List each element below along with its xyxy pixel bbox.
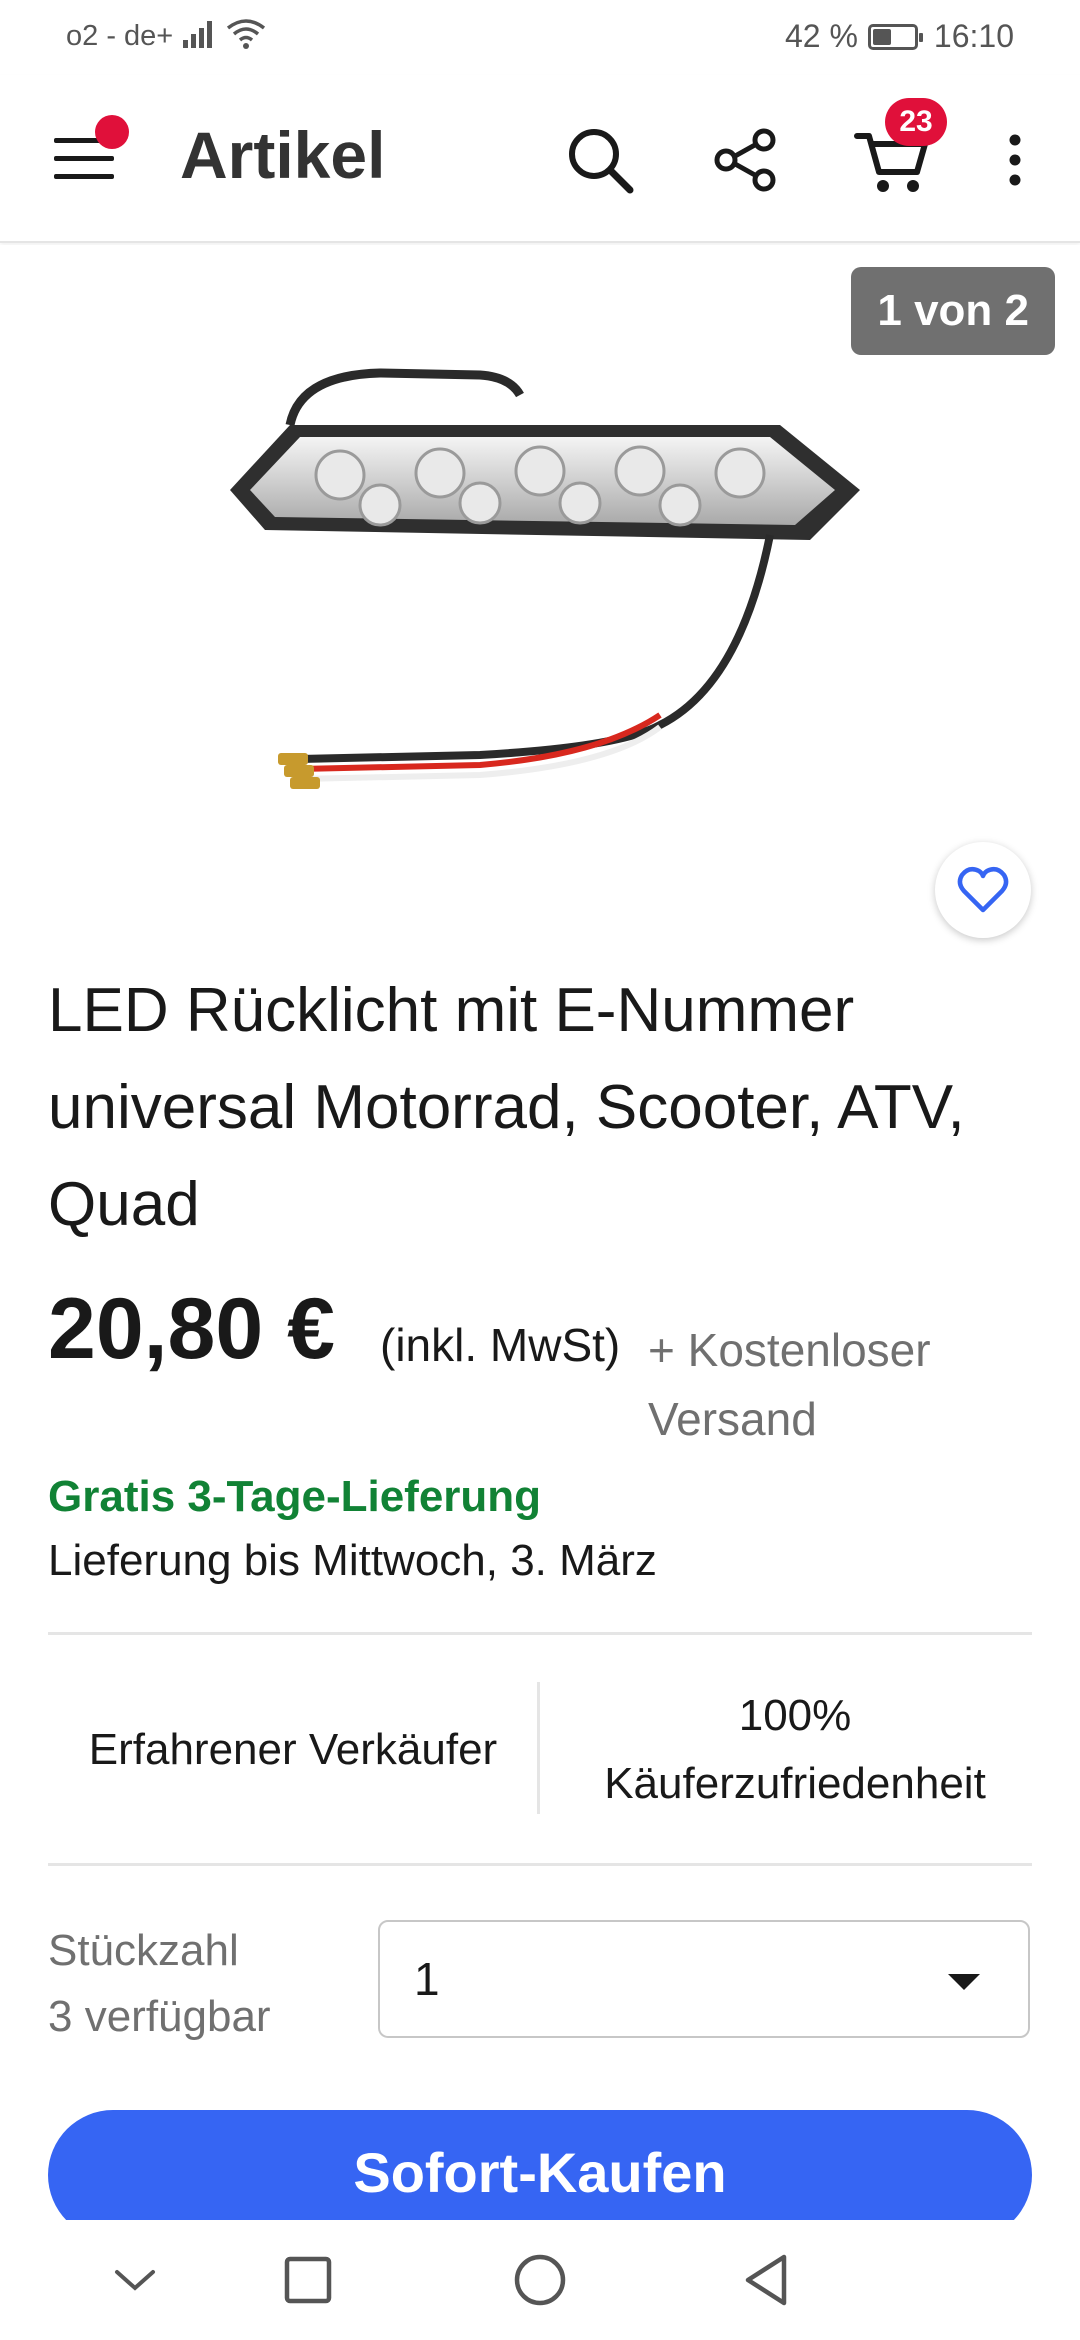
- satisfaction-value: 100%: [738, 1691, 852, 1740]
- notification-dot: [95, 115, 129, 149]
- nav-home-button[interactable]: [502, 2242, 578, 2318]
- product-title: LED Rücklicht mit E-Nummer universal Mot…: [48, 976, 965, 1239]
- shipping-info: + Kostenloser Versand: [648, 1324, 931, 1445]
- image-counter: 1 von 2: [851, 267, 1055, 355]
- carrier-label: o2 - de+: [66, 20, 174, 52]
- more-vertical-icon: [1009, 134, 1021, 186]
- watchlist-button[interactable]: [935, 842, 1031, 938]
- share-button[interactable]: [700, 115, 790, 205]
- divider: [537, 1682, 540, 1814]
- quantity-info: Stückzahl 3 verfügbar: [48, 1918, 271, 2050]
- chevron-down-icon: [115, 2270, 155, 2291]
- more-options-button[interactable]: [975, 115, 1055, 205]
- battery-percent: 42 %: [784, 18, 858, 54]
- signal-icon: [183, 18, 219, 56]
- product-image: [230, 368, 860, 789]
- back-triangle-icon: [745, 2254, 787, 2306]
- battery-fill: [872, 28, 891, 45]
- image-gallery[interactable]: 1 von 2: [0, 245, 1080, 945]
- status-bar: o2 - de+ 42 % 16:10: [0, 0, 1080, 75]
- quantity-value: 1: [414, 1953, 440, 2005]
- quantity-select[interactable]: 1: [378, 1920, 1030, 2038]
- dropdown-arrow-icon: [948, 1974, 980, 1990]
- satisfaction-label: Käuferzufriedenheit: [604, 1759, 986, 1808]
- nav-back-button[interactable]: [728, 2242, 804, 2318]
- delivery-title: Gratis 3-Tage-Lieferung: [48, 1472, 542, 1521]
- divider: [48, 1632, 1032, 1635]
- divider: [48, 1863, 1032, 1866]
- circle-icon: [514, 2254, 566, 2306]
- wifi-icon: [226, 18, 266, 58]
- page-title: Artikel: [180, 118, 386, 192]
- seller-experience: Erfahrener Verkäufer: [88, 1725, 498, 1774]
- seller-satisfaction: 100% Käuferzufriedenheit: [560, 1680, 1030, 1820]
- vat-note: (inkl. MwSt): [380, 1319, 621, 1371]
- heart-icon: [957, 866, 1009, 913]
- cart-count-badge: 23: [885, 98, 947, 146]
- quantity-available: 3 verfügbar: [48, 1992, 271, 2041]
- square-icon: [284, 2256, 332, 2304]
- share-icon: [714, 128, 776, 192]
- quantity-label: Stückzahl: [48, 1926, 239, 1975]
- battery-icon: [867, 23, 923, 50]
- system-navigation-bar: [0, 2220, 1080, 2340]
- nav-recents-button[interactable]: [270, 2242, 346, 2318]
- delivery-date: Lieferung bis Mittwoch, 3. März: [48, 1536, 657, 1585]
- price: 20,80 €: [48, 1281, 335, 1377]
- search-icon: [569, 129, 634, 194]
- nav-hide-button[interactable]: [97, 2242, 173, 2318]
- search-button[interactable]: [555, 115, 645, 205]
- clock: 16:10: [933, 18, 1014, 54]
